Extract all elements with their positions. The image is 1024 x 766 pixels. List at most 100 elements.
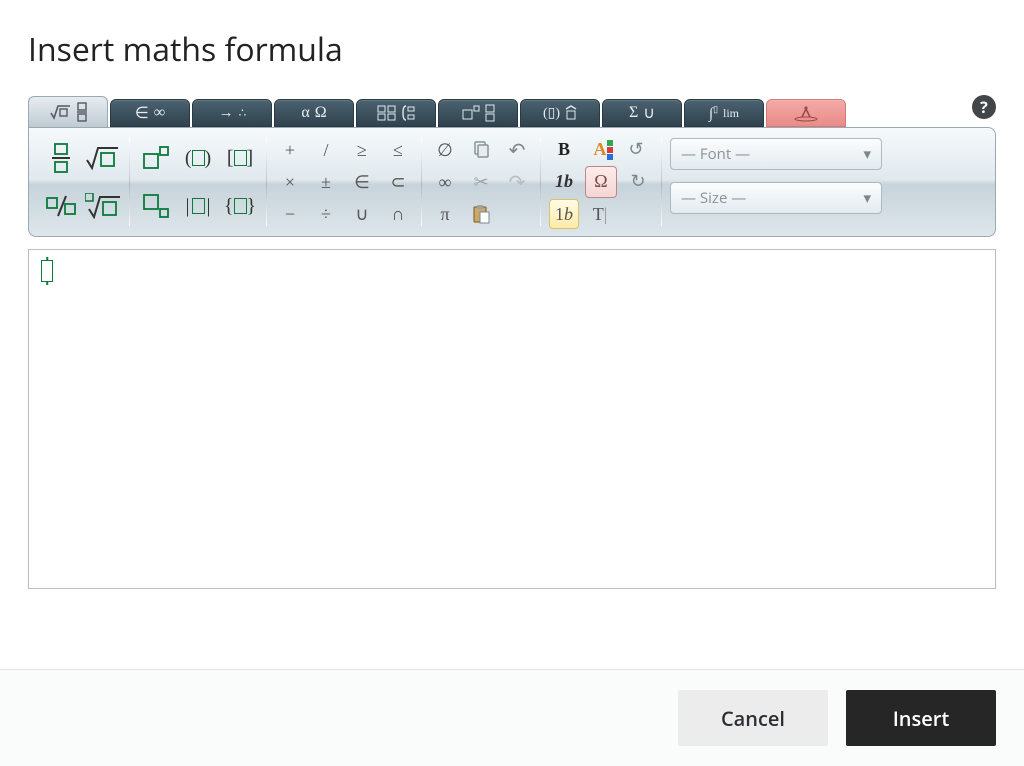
- minus-icon: −: [285, 204, 295, 225]
- bevel-fraction-button[interactable]: [43, 188, 79, 224]
- parens-template-icon: (): [185, 147, 211, 170]
- bevel-fraction-icon: [46, 194, 76, 218]
- sqrt-template-icon: [86, 146, 120, 170]
- dialog-title: Insert maths formula: [28, 28, 996, 71]
- sqrt-button[interactable]: [85, 140, 121, 176]
- intersection-icon: ∩: [392, 204, 405, 225]
- nth-root-button[interactable]: [85, 188, 121, 224]
- paren-slot-icon: (▯): [543, 105, 560, 122]
- brackets-button[interactable]: []: [222, 140, 258, 176]
- size-dropdown-label: — Size —: [681, 188, 746, 208]
- tab-calculus[interactable]: ∫▯ lim: [684, 99, 764, 127]
- rtl-icon: ↺: [628, 139, 643, 160]
- abs-button[interactable]: ||: [180, 188, 216, 224]
- omega-cap-icon: Ω: [315, 104, 327, 122]
- ltr-button[interactable]: ↻: [623, 167, 653, 197]
- help-button[interactable]: ?: [972, 95, 996, 119]
- subscript-icon: [485, 104, 495, 122]
- slash-icon: /: [323, 140, 328, 161]
- le-button[interactable]: ≤: [383, 135, 413, 165]
- plusminus-button[interactable]: ±: [311, 167, 341, 197]
- formula-editor[interactable]: [28, 249, 996, 589]
- parentheses-button[interactable]: (): [180, 140, 216, 176]
- plus-icon: +: [285, 140, 295, 161]
- abs-template-icon: ||: [185, 195, 210, 218]
- fraction-template-icon: [52, 143, 70, 173]
- tab-accents[interactable]: (▯): [520, 99, 600, 127]
- paste-icon: [472, 204, 490, 224]
- cancel-label: Cancel: [721, 705, 785, 732]
- union-button[interactable]: ∪: [347, 199, 377, 229]
- cancel-button[interactable]: Cancel: [678, 690, 828, 746]
- paste-button[interactable]: [466, 199, 496, 229]
- infinity-button[interactable]: ∞: [430, 167, 460, 197]
- charmap-button[interactable]: Ω: [585, 166, 617, 198]
- alpha-icon: α: [301, 104, 309, 122]
- copy-button[interactable]: [466, 135, 496, 165]
- bold-button[interactable]: B: [549, 135, 579, 165]
- sigma-icon: Σ: [629, 104, 638, 122]
- hand-icon: [793, 104, 819, 122]
- brackets-template-icon: []: [227, 147, 253, 170]
- infinity-icon: ∞: [154, 104, 165, 122]
- tab-roots-fractions[interactable]: [28, 96, 108, 127]
- font-color-button[interactable]: A: [585, 135, 615, 165]
- tab-scripts[interactable]: [438, 99, 518, 127]
- lim-icon: lim: [723, 106, 739, 121]
- chevron-down-icon: ▾: [863, 144, 871, 164]
- tab-set-symbols[interactable]: ∈ ∞: [110, 99, 190, 127]
- rtl-button[interactable]: ↺: [621, 135, 651, 165]
- matrix-icon: [377, 105, 397, 121]
- superscript-template-icon: [143, 146, 169, 170]
- upright-button[interactable]: 1b: [549, 199, 579, 229]
- italic-icon: 1b: [555, 171, 573, 192]
- superscript-icon: [462, 105, 480, 121]
- ltr-icon: ↻: [630, 171, 645, 192]
- undo-button[interactable]: ↶: [502, 135, 532, 165]
- infinity-sym-icon: ∞: [439, 172, 452, 193]
- font-dropdown[interactable]: — Font — ▾: [670, 138, 882, 170]
- insert-button[interactable]: Insert: [846, 690, 996, 746]
- pi-button[interactable]: π: [430, 199, 460, 229]
- braces-button[interactable]: {}: [222, 188, 258, 224]
- union-icon: ∪: [643, 103, 655, 123]
- cut-button[interactable]: ✂: [466, 167, 496, 197]
- copy-icon: [472, 141, 490, 159]
- fraction-button[interactable]: [43, 140, 79, 176]
- times-button[interactable]: ×: [275, 167, 305, 197]
- size-dropdown[interactable]: — Size — ▾: [670, 182, 882, 214]
- undo-icon: ↶: [509, 138, 526, 163]
- dialog-footer: Cancel Insert: [0, 669, 1024, 766]
- intersection-button[interactable]: ∩: [383, 199, 413, 229]
- tab-handwriting[interactable]: [766, 99, 846, 127]
- empty-set-button[interactable]: ∅: [430, 135, 460, 165]
- braces-template-icon: {}: [224, 195, 256, 218]
- piecewise-icon: [402, 105, 416, 121]
- element-of-icon: ∈: [135, 103, 149, 123]
- italic-button[interactable]: 1b: [549, 167, 579, 197]
- ge-icon: ≥: [357, 140, 367, 161]
- cut-icon: ✂: [473, 172, 488, 193]
- minus-button[interactable]: −: [275, 199, 305, 229]
- ge-button[interactable]: ≥: [347, 135, 377, 165]
- redo-icon: ↷: [509, 170, 526, 195]
- chevron-down-icon: ▾: [863, 188, 871, 208]
- tab-big-operators[interactable]: Σ ∪: [602, 99, 682, 127]
- tab-arrows[interactable]: → ∴: [192, 99, 272, 127]
- tab-greek[interactable]: α Ω: [274, 99, 354, 127]
- hat-icon: [565, 105, 577, 121]
- integral-icon: ∫▯: [709, 104, 718, 123]
- plus-button[interactable]: +: [275, 135, 305, 165]
- subscript-button[interactable]: [138, 188, 174, 224]
- divide-button[interactable]: ÷: [311, 199, 341, 229]
- element-of-button[interactable]: ∈: [347, 167, 377, 197]
- text-mode-button[interactable]: T|: [585, 199, 615, 229]
- le-icon: ≤: [393, 140, 403, 161]
- subset-button[interactable]: ⊂: [383, 167, 413, 197]
- superscript-button[interactable]: [138, 140, 174, 176]
- empty-set-icon: ∅: [437, 140, 453, 161]
- slash-button[interactable]: /: [311, 135, 341, 165]
- tab-matrices[interactable]: [356, 99, 436, 127]
- element-of-op-icon: ∈: [354, 172, 370, 193]
- redo-button[interactable]: ↷: [502, 167, 532, 197]
